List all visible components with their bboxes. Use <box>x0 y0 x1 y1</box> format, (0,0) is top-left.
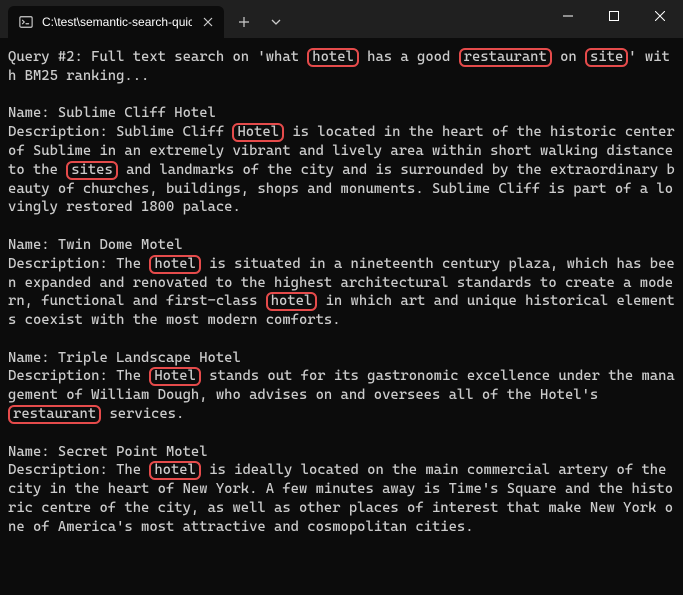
active-tab[interactable]: C:\test\semantic-search-quick <box>8 6 224 38</box>
result-name: Name: Secret Point Motel <box>8 443 675 462</box>
window-controls <box>545 0 683 32</box>
result-name: Name: Triple Landscape Hotel <box>8 349 675 368</box>
close-window-button[interactable] <box>637 0 683 32</box>
result-name: Name: Sublime Cliff Hotel <box>8 104 675 123</box>
result-description: Description: The Hotel stands out for it… <box>8 367 675 424</box>
query-line: Query #2: Full text search on 'what hote… <box>8 48 675 86</box>
terminal-icon <box>18 14 34 30</box>
terminal-output[interactable]: Query #2: Full text search on 'what hote… <box>0 38 683 595</box>
highlight-term: sites <box>66 161 118 180</box>
highlight-term: Hotel <box>149 367 201 386</box>
highlight-term: hotel <box>149 461 201 480</box>
highlight-term: site <box>585 48 628 67</box>
result-description: Description: Sublime Cliff Hotel is loca… <box>8 123 675 217</box>
highlight-term: hotel <box>149 255 201 274</box>
tab-dropdown-button[interactable] <box>260 6 292 38</box>
tab-title: C:\test\semantic-search-quick <box>42 15 192 29</box>
close-tab-icon[interactable] <box>200 14 216 30</box>
new-tab-button[interactable] <box>228 6 260 38</box>
minimize-button[interactable] <box>545 0 591 32</box>
titlebar: C:\test\semantic-search-quick <box>0 0 683 38</box>
result-description: Description: The hotel is situated in a … <box>8 255 675 330</box>
highlight-term: hotel <box>266 292 318 311</box>
highlight-term: Hotel <box>232 123 284 142</box>
highlight-term: hotel <box>307 48 359 67</box>
result-description: Description: The hotel is ideally locate… <box>8 461 675 536</box>
result-name: Name: Twin Dome Motel <box>8 236 675 255</box>
maximize-button[interactable] <box>591 0 637 32</box>
highlight-term: restaurant <box>8 405 101 424</box>
highlight-term: restaurant <box>459 48 552 67</box>
